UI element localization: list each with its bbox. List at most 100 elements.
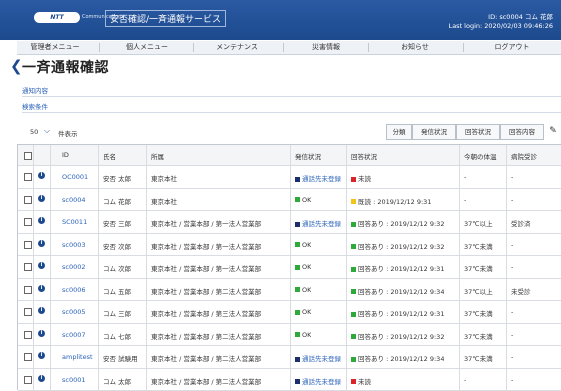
column-header[interactable]: 所属 <box>151 151 164 161</box>
per-page-select[interactable]: 50 <box>30 128 38 136</box>
row-hospital-visit: - <box>511 331 513 339</box>
back-chevron-icon[interactable]: ❮ <box>10 57 23 75</box>
row-id-link[interactable]: sc0004 <box>62 196 86 204</box>
results-table: ID氏名所属発信状況回答状況今朝の体温病院受診iOC0001安否 太郎東京本社通… <box>17 144 561 390</box>
select-all-checkbox[interactable] <box>24 152 32 160</box>
send-status[interactable]: 通話先未登録 <box>295 376 341 386</box>
row-department: 東京本社 / 営業本部 / 第一法人営業部 <box>151 241 291 251</box>
status-square-icon <box>351 177 356 182</box>
row-department: 東京本社 / 営業本部 / 第二法人営業部 <box>151 331 291 341</box>
answer-status-text: 回答あり : 2019/12/12 9:31 <box>358 310 444 318</box>
status-square-icon <box>351 379 356 384</box>
info-icon[interactable]: i <box>38 240 45 247</box>
row-checkbox[interactable] <box>24 376 32 384</box>
status-square-icon <box>351 267 356 272</box>
row-id-link[interactable]: sc0002 <box>62 263 86 271</box>
status-square-icon <box>351 357 356 362</box>
row-temperature: 37℃未満 <box>464 308 493 318</box>
status-square-icon <box>295 332 300 337</box>
row-checkbox[interactable] <box>24 173 32 181</box>
nav-item-5[interactable]: ログアウト <box>467 41 557 54</box>
row-name: コム 花郎 <box>103 196 131 206</box>
send-status-text: OK <box>302 308 311 316</box>
send-status: OK <box>295 263 311 271</box>
send-status[interactable]: 通話先未登録 <box>295 353 341 363</box>
row-id-link[interactable]: SC0011 <box>62 218 87 226</box>
row-id-link[interactable]: sc0005 <box>62 308 86 316</box>
row-id-link[interactable]: sc0003 <box>62 241 86 249</box>
row-department: 東京本社 <box>151 196 291 206</box>
info-icon[interactable]: i <box>38 195 45 202</box>
info-icon[interactable]: i <box>38 375 45 382</box>
service-title: 安否確認/一斉通報サービス <box>105 10 226 27</box>
info-icon[interactable]: i <box>38 307 45 314</box>
row-temperature: 37℃未満 <box>464 263 493 273</box>
status-square-icon <box>295 310 300 315</box>
send-status: OK <box>295 196 311 204</box>
row-name: コム 太郎 <box>103 376 131 386</box>
row-checkbox[interactable] <box>24 196 32 204</box>
send-status[interactable]: 通話先未登録 <box>295 218 341 228</box>
status-square-icon <box>351 199 356 204</box>
search-conditions-link[interactable]: 検索条件 <box>22 101 48 111</box>
column-header[interactable]: 病院受診 <box>511 151 537 161</box>
info-icon[interactable]: i <box>38 217 45 224</box>
status-square-icon <box>351 222 356 227</box>
row-checkbox[interactable] <box>24 218 32 226</box>
row-department: 東京本社 / 営業本部 / 第二法人営業部 <box>151 376 291 386</box>
column-divider <box>50 145 51 390</box>
status-square-icon <box>295 222 300 227</box>
nav-item-2[interactable]: メンテナンス <box>197 41 277 54</box>
info-icon[interactable]: i <box>38 172 45 179</box>
nav-item-3[interactable]: 災害情報 <box>287 41 365 54</box>
row-id-link[interactable]: sc0001 <box>62 376 86 384</box>
answer-status-text: 回答あり : 2019/12/12 9:32 <box>358 220 444 228</box>
info-icon[interactable]: i <box>38 352 45 359</box>
pencil-icon[interactable]: ✎ <box>546 124 560 138</box>
row-checkbox[interactable] <box>24 263 32 271</box>
column-divider <box>459 145 460 390</box>
row-checkbox[interactable] <box>24 353 32 361</box>
divider <box>22 96 561 97</box>
row-hospital-visit: 受診済 <box>511 218 531 228</box>
info-icon[interactable]: i <box>38 330 45 337</box>
send-status: OK <box>295 331 311 339</box>
row-id-link[interactable]: amplitest <box>62 353 93 361</box>
nav-item-0[interactable]: 管理者メニュー <box>17 41 93 54</box>
column-header[interactable]: 回答状況 <box>351 151 377 161</box>
chevron-down-icon[interactable]: ⌵ <box>44 126 50 136</box>
info-icon[interactable]: i <box>38 285 45 292</box>
column-header[interactable]: ID <box>62 151 69 159</box>
send-status-text: OK <box>302 286 311 294</box>
status-square-icon <box>295 287 300 292</box>
column-header[interactable]: 氏名 <box>103 151 116 161</box>
answer-status: 回答あり : 2019/12/12 9:32 <box>351 218 444 228</box>
status-square-icon <box>351 289 356 294</box>
row-checkbox[interactable] <box>24 241 32 249</box>
send-status[interactable]: 通話先未登録 <box>295 173 341 183</box>
answer-status-text: 既読 : 2019/12/12 9:31 <box>358 198 431 206</box>
nav-item-1[interactable]: 個人メニュー <box>103 41 191 54</box>
row-id-link[interactable]: sc0007 <box>62 331 86 339</box>
row-temperature: - <box>464 173 466 181</box>
row-hospital-visit: - <box>511 196 513 204</box>
per-page-label: 件表示 <box>58 128 78 138</box>
row-id-link[interactable]: OC0001 <box>62 173 88 181</box>
row-checkbox[interactable] <box>24 331 32 339</box>
toolbar-button-2[interactable]: 回答状況 <box>456 124 500 140</box>
nav-item-4[interactable]: お知らせ <box>372 41 458 54</box>
column-header[interactable]: 発信状況 <box>295 151 321 161</box>
row-checkbox[interactable] <box>24 308 32 316</box>
answer-status-text: 未読 <box>358 378 371 386</box>
answer-status: 既読 : 2019/12/12 9:31 <box>351 196 431 206</box>
toolbar-button-1[interactable]: 発信状況 <box>412 124 456 140</box>
toolbar-button-0[interactable]: 分類 <box>386 124 412 140</box>
status-square-icon <box>295 197 300 202</box>
row-checkbox[interactable] <box>24 286 32 294</box>
info-icon[interactable]: i <box>38 262 45 269</box>
send-status-text: 通話先未登録 <box>302 378 341 386</box>
notification-content-link[interactable]: 通知内容 <box>22 85 48 95</box>
column-header[interactable]: 今朝の体温 <box>464 151 497 161</box>
row-id-link[interactable]: sc0006 <box>62 286 86 294</box>
toolbar-button-3[interactable]: 回答内容 <box>500 124 544 140</box>
